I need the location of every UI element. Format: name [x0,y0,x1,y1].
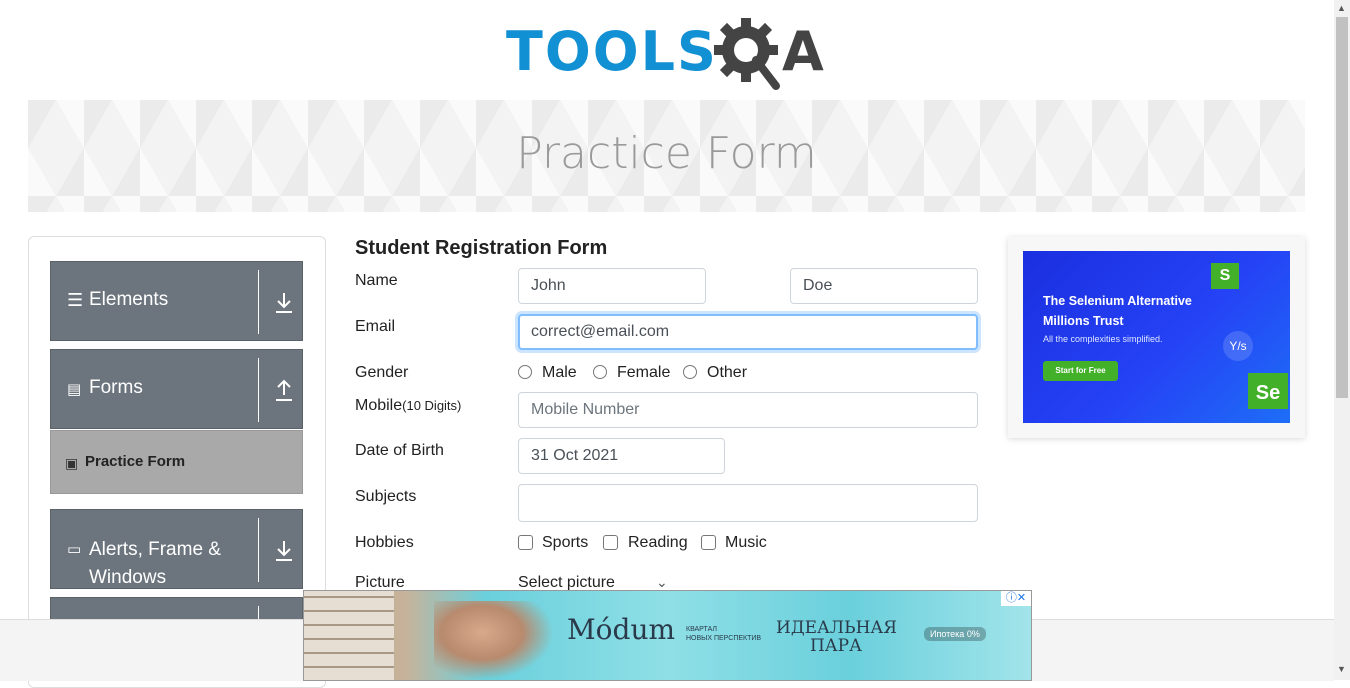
sidebar-group-label: Forms [89,377,143,398]
subjects-label: Subjects [355,488,417,505]
date-of-birth-input[interactable]: 31 Oct 2021 [518,438,725,474]
sidebar-item-label: Practice Form [85,453,186,470]
ad-brand-sub-line2: НОВЫХ ПЕРСПЕКТИВ [686,635,762,642]
s-logo-badge: S [1211,263,1239,289]
ad-mortgage-badge: Ипотека 0% [924,627,986,641]
ad-pair-line2: ПАРА [809,636,862,656]
hobby-music-label[interactable]: Music [725,534,767,552]
ad-brand: Módum [567,613,676,646]
ad-building-image [304,591,394,680]
ad-brand-sub-line1: КВАРТАЛ [686,626,717,633]
mobile-hint: (10 Digits) [402,398,462,413]
gender-male-radio[interactable] [518,365,532,379]
gender-label: Gender [355,364,409,381]
sidebar-group-label: Alerts, Frame & Windows [89,539,221,588]
sidebar-group-label: Elements [89,289,169,310]
selenium-logo-badge: Se [1248,373,1288,409]
page-banner: Practice Form [28,100,1305,212]
gender-other-radio[interactable] [683,365,697,379]
ad-close-icon[interactable]: ⓘ✕ [1001,591,1031,606]
ad-ys-badge: Y/s [1223,331,1253,361]
vertical-scrollbar[interactable]: ▲ ▼ [1334,0,1350,680]
scroll-up-icon[interactable]: ▲ [1337,3,1346,13]
gear-magnifier-icon [714,18,780,90]
sidebar-group-forms[interactable]: ▤ Forms [50,349,303,429]
divider [258,518,259,582]
sidebar-item-practice-form[interactable]: ▣ Practice Form [50,430,303,494]
download-icon [276,293,292,313]
mobile-input[interactable]: Mobile Number [518,392,978,428]
gender-other-label[interactable]: Other [707,364,747,382]
scroll-down-icon[interactable]: ▼ [1337,664,1346,674]
sidebar-group-alerts[interactable]: ▭ Alerts, Frame & Windows [50,509,303,589]
page-title: Practice Form [516,128,817,179]
gender-male-label[interactable]: Male [542,364,577,382]
logo-text-a: A [782,20,824,83]
email-label: Email [355,318,396,335]
hobby-reading-checkbox[interactable] [603,535,618,550]
gender-female-label[interactable]: Female [617,364,670,382]
document-icon: ▤ [67,381,82,398]
subjects-input[interactable] [518,484,978,522]
mobile-label: Mobile(10 Digits) [355,397,461,415]
scroll-thumb[interactable] [1336,17,1348,398]
ad-pair-line1: ИДЕАЛЬНАЯ [776,618,898,638]
hobby-sports-label[interactable]: Sports [542,534,588,552]
hamburger-icon: ☰ [67,290,84,310]
ad-subtext: All the complexities simplified. [1043,334,1163,344]
ad-person-image [434,601,554,680]
hobby-sports-checkbox[interactable] [518,535,533,550]
divider [258,358,259,422]
download-icon [276,541,292,561]
form-title: Student Registration Form [355,237,608,259]
bottom-ad-banner[interactable]: Módum КВАРТАЛ НОВЫХ ПЕРСПЕКТИВ ИДЕАЛЬНАЯ… [303,590,1032,681]
logo-text-tools: TOOLS [506,20,718,83]
ad-pair-text: ИДЕАЛЬНАЯ ПАРА [776,618,898,656]
name-label: Name [355,272,398,289]
upload-icon [276,379,292,401]
gender-female-radio[interactable] [593,365,607,379]
ad-headline: The Selenium Alternative Millions Trust [1043,294,1192,328]
first-name-input[interactable]: John [518,268,706,304]
hobbies-label: Hobbies [355,534,414,551]
picture-select-label: Select picture [518,574,615,591]
divider [258,270,259,334]
sidebar-group-elements[interactable]: ☰ Elements [50,261,303,341]
mobile-label-text: Mobile [355,397,403,414]
hobby-reading-label[interactable]: Reading [628,534,688,552]
ad-start-free-button[interactable]: Start for Free [1043,361,1118,381]
email-input[interactable]: correct@email.com [518,314,978,350]
dob-label: Date of Birth [355,442,444,459]
html5-icon: ▣ [65,455,79,471]
last-name-input[interactable]: Doe [790,268,978,304]
ad-brand-sub: КВАРТАЛ НОВЫХ ПЕРСПЕКТИВ [686,625,761,643]
hobby-music-checkbox[interactable] [701,535,716,550]
window-icon: ▭ [67,541,82,558]
right-ad[interactable]: S The Selenium Alternative Millions Trus… [1023,251,1290,423]
toolsqa-logo[interactable]: TOOLS A [506,14,831,92]
chevron-down-icon: ⌄ [656,574,668,590]
